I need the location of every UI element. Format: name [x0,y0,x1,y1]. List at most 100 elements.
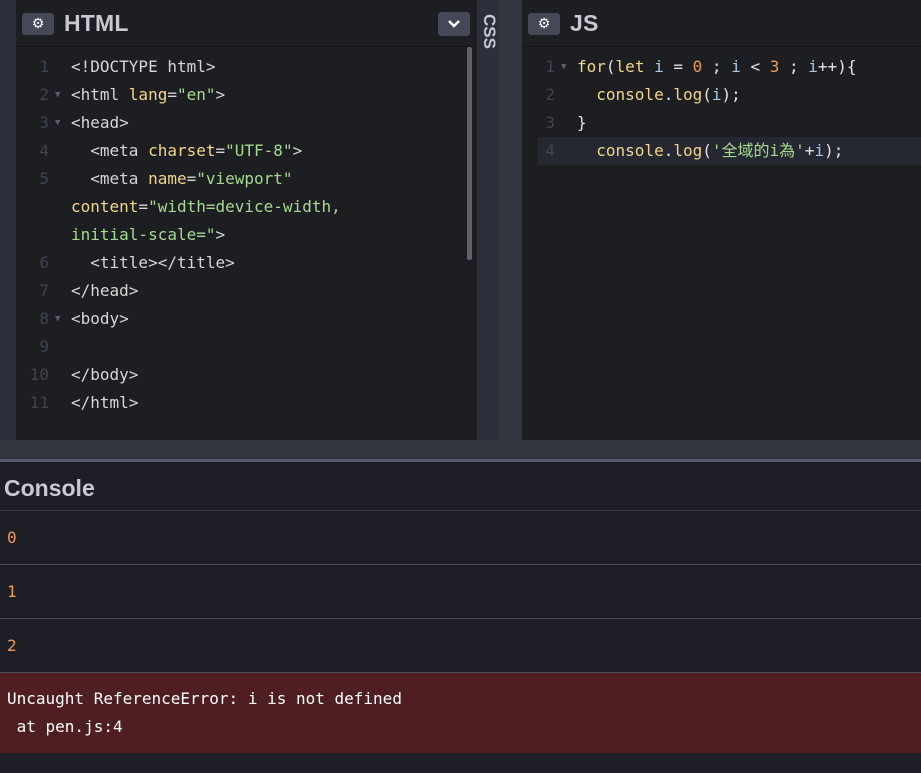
line-number: 5 [39,169,49,188]
html-editor-scrollbar[interactable] [467,47,472,260]
code-token: i [731,57,741,76]
line-number: 3 [39,113,49,132]
code-text: </head> [71,277,138,305]
html-editor-panel: ⚙ HTML 1 <!DOCTYPE html> 2 ▼ <html lang="en"… [16,0,476,440]
code-token: ( [605,57,616,76]
fold-arrow-icon[interactable]: ▼ [55,109,60,137]
code-token: . [663,141,674,160]
html-code-editor[interactable]: 1 <!DOCTYPE html> 2 ▼ <html lang="en"> 3 ▼ <hea… [16,53,476,417]
code-token: > [215,225,226,244]
code-token: ); [824,141,844,160]
js-code-editor[interactable]: 1 ▼ for(let i = 0 ; i < 3 ; i++){2 console… [522,53,921,165]
console-log-value: 2 [7,636,17,655]
line-number: 6 [39,253,49,272]
code-token: <title></title> [71,253,235,272]
code-token: initial-scale=" [71,225,216,244]
panel-divider[interactable] [499,0,522,440]
console-log-row: 0 [0,511,921,565]
code-token: ( [702,85,712,104]
line-number: 1 [39,57,49,76]
html-panel-title: HTML [64,10,129,36]
html-panel-header: ⚙ HTML [16,0,476,47]
html-settings-button[interactable]: ⚙ [22,13,54,35]
code-token: = [167,85,177,104]
code-line: 4 <meta charset="UTF-8"> [16,137,476,165]
code-line: 3} [522,109,921,137]
code-token: name [148,169,187,188]
code-token: log [673,141,703,160]
code-token: i [711,85,722,104]
code-token: + [804,141,815,160]
css-panel-collapsed[interactable]: CSS [477,0,499,440]
code-line-wrap: content="width=device-width, [16,193,476,221]
code-text: console.log(i); [577,81,741,109]
js-editor-panel: ⚙ JS 1 ▼ for(let i = 0 ; i < 3 ; i++){2 co… [522,0,921,440]
code-line: 10 </body> [16,361,476,389]
code-token: <body> [71,309,129,328]
code-token: for [577,57,606,76]
code-token: > [292,141,303,160]
code-line: 1 <!DOCTYPE html> [16,53,476,81]
code-token: = [186,169,197,188]
code-token: <head> [71,113,129,132]
code-token: <!DOCTYPE html> [71,57,216,76]
code-line: 7 </head> [16,277,476,305]
code-token: i [814,141,825,160]
code-token: </head> [71,281,139,300]
left-edge-bar [0,0,16,440]
code-line: 2 console.log(i); [522,81,921,109]
line-number: 10 [29,365,49,384]
js-panel-title: JS [570,10,599,36]
code-token: 0 [692,57,703,76]
console-log-row: 2 [0,619,921,673]
js-settings-button[interactable]: ⚙ [528,13,560,35]
console-error-row: Uncaught ReferenceError: i is not define… [0,673,921,753]
fold-arrow-icon[interactable]: ▼ [55,305,60,333]
code-token: lang [128,85,168,104]
code-token: <meta [71,169,149,188]
code-token: let [615,57,645,76]
line-number: 2 [39,85,49,104]
code-token: = [215,141,226,160]
code-text: <meta name="viewport" [71,165,293,193]
line-number: 4 [39,141,49,160]
line-number: 8 [39,309,49,328]
line-number: 2 [545,85,555,104]
console-title: Console [4,475,95,501]
code-text: for(let i = 0 ; i < 3 ; i++){ [577,53,856,81]
line-number: 1 [545,57,555,76]
console-header: Console [0,462,921,511]
code-token: "UTF-8" [225,141,293,160]
code-line: 3 ▼ <head> [16,109,476,137]
code-token: = [663,57,693,76]
code-token: console [596,141,664,160]
code-token: < [740,57,770,76]
code-token: ( [702,141,712,160]
html-collapse-button[interactable] [438,12,470,36]
code-text: <head> [71,109,129,137]
code-line: 2 ▼ <html lang="en"> [16,81,476,109]
code-token: "en" [176,85,216,104]
console-resize-handle[interactable] [0,440,921,462]
code-token: <meta [71,141,149,160]
fold-arrow-icon[interactable]: ▼ [561,53,566,81]
chevron-down-icon [448,20,460,28]
console-log-value: 1 [7,582,17,601]
code-text: content="width=device-width, [71,193,341,221]
code-text: initial-scale="> [71,221,225,249]
code-line-wrap: initial-scale="> [16,221,476,249]
code-token: console [596,85,664,104]
fold-arrow-icon[interactable]: ▼ [55,81,60,109]
code-token: ); [721,85,741,104]
code-line: 8 ▼ <body> [16,305,476,333]
code-line: 11 </html> [16,389,476,417]
code-text: <!DOCTYPE html> [71,53,216,81]
error-message: Uncaught ReferenceError: i is not define… [7,689,402,708]
code-text: console.log('全域的i為'+i); [577,137,843,165]
code-token: 3 [769,57,780,76]
code-token: i [808,57,818,76]
code-token: ++){ [817,57,857,76]
code-token: "viewport" [196,169,293,188]
